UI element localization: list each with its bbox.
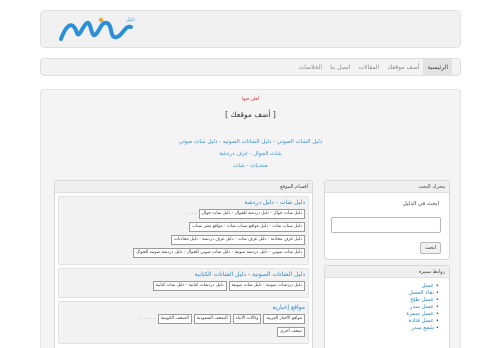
category-row: دليل شات جوال - دليل دردشة للجوال - دليل… bbox=[62, 209, 305, 219]
list-item[interactable]: عسل طلح bbox=[325, 297, 439, 304]
category-title[interactable]: مواقع إخبارية bbox=[62, 304, 305, 311]
category-row: صحف أخرى bbox=[62, 327, 305, 337]
links-heading: روابط مميزة bbox=[325, 266, 449, 278]
subcategory-link[interactable]: دليل شات جوال - دليل دردشة للجوال - دليل… bbox=[198, 209, 305, 219]
list-item[interactable]: نقاء العسل bbox=[325, 290, 439, 297]
search-heading: محرك البحث bbox=[325, 181, 449, 193]
subcategory-link[interactable]: دليل شات صوتي - دليل دردشة صوتية - دليل … bbox=[133, 248, 305, 258]
logo-tagline: دليل bbox=[125, 17, 135, 23]
sections-heading: أقسام الموقع bbox=[55, 181, 312, 193]
category-row: دليل دردشات صوتية - دليل شات صوتية دليل … bbox=[62, 281, 305, 291]
subcategory-link[interactable]: دليل دردشات كتابية - دليل شات كتابية bbox=[152, 281, 227, 291]
category-row: دليل شات صوتي - دليل دردشة صوتية - دليل … bbox=[62, 248, 305, 258]
site-header: دليل bbox=[40, 10, 461, 48]
site-logo[interactable]: دليل bbox=[57, 15, 137, 45]
category-title[interactable]: دليل شات - دليل دردشة bbox=[62, 199, 306, 206]
featured-links: دليل الشات الصوتي - دليل الشاتات الصوتيه… bbox=[41, 136, 460, 172]
subcategory-link[interactable]: الصحف السعودية bbox=[193, 314, 231, 324]
page-title: [ أضف موقعك ] bbox=[225, 110, 276, 119]
links-list: عسل نقاء العسل عسل طلح عسل سدر عسل سمرة … bbox=[325, 278, 449, 332]
search-label: ابحث في الدليل bbox=[402, 201, 439, 207]
list-item[interactable]: عسل bbox=[325, 283, 439, 290]
subcategory-link[interactable]: دليل دردشات صوتية - دليل شات صوتية bbox=[228, 281, 305, 291]
list-item[interactable]: شمع سدر bbox=[325, 325, 439, 332]
search-input[interactable] bbox=[331, 217, 441, 233]
category-row: دليل سناب شات - دليل مواقع سناب شات - مو… bbox=[62, 222, 305, 232]
main-nav: الرئيسية أضف موقعك المقالات اتصل بنا الخ… bbox=[40, 58, 461, 76]
list-item[interactable]: عسل سدر bbox=[325, 304, 439, 311]
list-item[interactable]: عسل قتادة bbox=[325, 318, 439, 325]
search-button[interactable]: ابحث bbox=[420, 242, 441, 254]
subcategory-link[interactable]: دليل غرف محادثة - دليل غرف شات - دليل غر… bbox=[170, 235, 305, 245]
sections-panel: أقسام الموقع دليل شات - دليل دردشة دليل … bbox=[54, 180, 313, 348]
featured-link[interactable]: شات الجوال - غرف دردشة bbox=[41, 148, 460, 160]
separator: - - - bbox=[188, 211, 197, 217]
subcategory-link[interactable]: مواقع الأخبار العربية bbox=[263, 314, 305, 324]
category-box: دليل شات - دليل دردشة دليل شات جوال - دل… bbox=[58, 196, 309, 265]
subcategory-link[interactable]: صحف أخرى bbox=[277, 327, 305, 337]
featured-link[interactable]: منتديات - شات bbox=[41, 160, 460, 172]
list-item[interactable]: عسل سمرة bbox=[325, 311, 439, 318]
nav-feeds[interactable]: الخلاصات bbox=[295, 59, 327, 75]
subcategory-link[interactable]: وكالات الأنباء bbox=[232, 314, 262, 324]
nav-contact[interactable]: اتصل بنا bbox=[326, 59, 354, 75]
nav-home[interactable]: الرئيسية bbox=[423, 59, 452, 75]
search-panel: محرك البحث ابحث في الدليل ابحث bbox=[324, 180, 450, 260]
category-box: مواقع إخبارية مواقع الأخبار العربية وكال… bbox=[58, 301, 309, 344]
welcome-link[interactable]: أهلن فيها bbox=[41, 97, 460, 102]
nav-articles[interactable]: المقالات bbox=[354, 59, 383, 75]
category-box: دليل الشاتات الصوتية - دليل الشاتات الكت… bbox=[58, 268, 309, 298]
main-content: أهلن فيها [ أضف موقعك ] دليل الشات الصوت… bbox=[40, 89, 461, 348]
subcategory-link[interactable]: دليل سناب شات - دليل مواقع سناب شات - مو… bbox=[189, 222, 305, 232]
category-row: دليل غرف محادثة - دليل غرف شات - دليل غر… bbox=[62, 235, 305, 245]
category-title[interactable]: دليل الشاتات الصوتية - دليل الشاتات الكت… bbox=[62, 271, 305, 278]
featured-links-panel: روابط مميزة عسل نقاء العسل عسل طلح عسل س… bbox=[324, 265, 450, 348]
separator: - - - - - bbox=[140, 316, 156, 322]
category-row: مواقع الأخبار العربية وكالات الأنباء الص… bbox=[62, 314, 305, 324]
nav-add-site[interactable]: أضف موقعك bbox=[383, 59, 423, 75]
featured-link[interactable]: دليل الشات الصوتي - دليل الشاتات الصوتيه… bbox=[41, 136, 460, 148]
subcategory-link[interactable]: الصحف الكويتية bbox=[157, 314, 192, 324]
